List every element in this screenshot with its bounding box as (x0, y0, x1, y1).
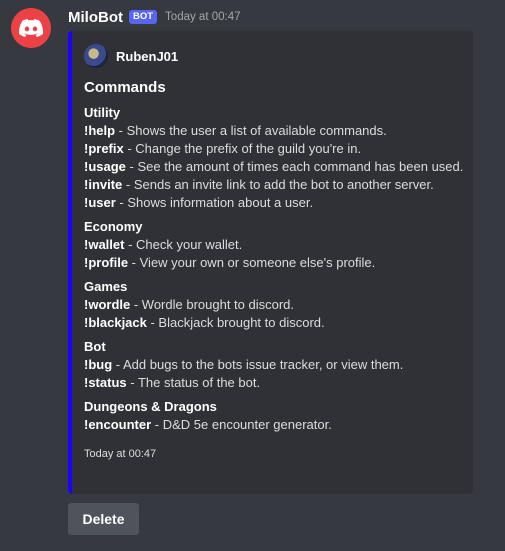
command-name: !invite (84, 177, 123, 192)
message-timestamp[interactable]: Today at 00:47 (165, 11, 240, 23)
command-description: - Shows the user a list of available com… (115, 123, 387, 138)
embed-author-name: RubenJ01 (116, 48, 179, 64)
embed-title: Commands (84, 79, 166, 96)
command-description: - See the amount of times each command h… (125, 159, 464, 174)
bot-avatar[interactable] (11, 8, 51, 48)
command-name: !usage (84, 159, 126, 174)
command-name: !blackjack (84, 315, 147, 330)
command-row: !profile - View your own or someone else… (84, 254, 461, 272)
command-section: Games !wordle - Wordle brought to discord… (84, 278, 461, 332)
command-description: - Check your wallet. (124, 237, 243, 252)
command-row: !blackjack - Blackjack brought to discor… (84, 314, 461, 332)
command-row: !usage - See the amount of times each co… (84, 158, 464, 176)
section-title: Economy (84, 219, 143, 234)
section-title: Utility (84, 105, 121, 120)
command-row: !help - Shows the user a list of availab… (84, 122, 461, 140)
command-description: - D&D 5e encounter generator. (151, 417, 332, 432)
command-description: - The status of the bot. (126, 375, 261, 390)
command-description: - Blackjack brought to discord. (146, 315, 325, 330)
command-name: !prefix (84, 141, 124, 156)
command-section: Dungeons & Dragons !encounter - D&D 5e en… (84, 398, 461, 434)
command-row: !prefix - Change the prefix of the guild… (84, 140, 461, 158)
command-row: !user - Shows information about a user. (84, 194, 461, 212)
command-row: !encounter - D&D 5e encounter generator. (84, 416, 461, 434)
section-title: Dungeons & Dragons (84, 399, 217, 414)
embed-author: RubenJ01 (84, 44, 461, 68)
command-row: !wordle - Wordle brought to discord. (84, 296, 461, 314)
section-title: Games (84, 279, 128, 294)
command-name: !profile (84, 255, 129, 270)
command-name: !status (84, 375, 127, 390)
command-section: Utility !help - Shows the user a list of … (84, 104, 464, 212)
command-name: !encounter (84, 417, 152, 432)
bot-tag: BOT (128, 10, 158, 24)
embed-footer: Today at 00:47 (84, 448, 157, 460)
command-name: !help (84, 123, 116, 138)
command-name: !wallet (84, 237, 125, 252)
message-header: MiloBot BOT Today at 00:47 (68, 6, 241, 28)
command-description: - Sends an invite link to add the bot to… (122, 177, 434, 192)
command-description: - Shows information about a user. (115, 195, 314, 210)
message-author[interactable]: MiloBot (68, 9, 123, 26)
section-title: Bot (84, 339, 106, 354)
command-name: !wordle (84, 297, 131, 312)
discord-logo-icon (19, 19, 43, 37)
command-row: !wallet - Check your wallet. (84, 236, 461, 254)
embed-sections: Utility !help - Shows the user a list of … (84, 104, 464, 434)
command-row: !bug - Add bugs to the bots issue tracke… (84, 356, 461, 374)
command-row: !invite - Sends an invite link to add th… (84, 176, 461, 194)
command-section: Bot !bug - Add bugs to the bots issue tra… (84, 338, 461, 392)
command-description: - Change the prefix of the guild you're … (123, 141, 362, 156)
command-section: Economy !wallet - Check your wallet. !prof… (84, 218, 461, 272)
command-description: - View your own or someone else's profil… (128, 255, 376, 270)
embed-author-avatar (84, 44, 108, 68)
delete-button[interactable]: Delete (68, 503, 139, 535)
command-description: - Wordle brought to discord. (130, 297, 295, 312)
command-name: !user (84, 195, 116, 210)
command-description: - Add bugs to the bots issue tracker, or… (112, 357, 404, 372)
command-name: !bug (84, 357, 113, 372)
embed: RubenJ01 Commands Utility !help - Shows t… (68, 31, 473, 494)
command-row: !status - The status of the bot. (84, 374, 461, 392)
